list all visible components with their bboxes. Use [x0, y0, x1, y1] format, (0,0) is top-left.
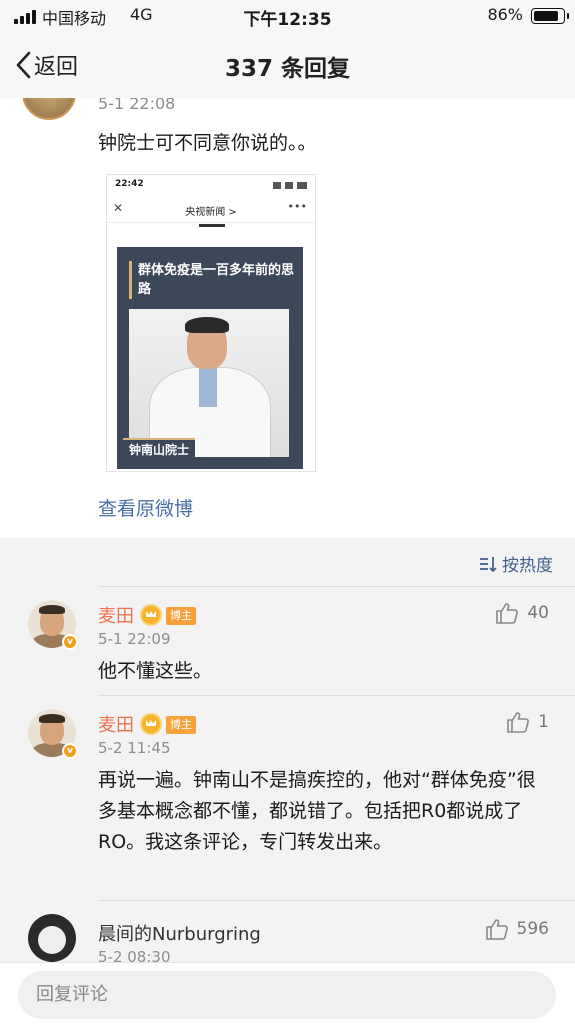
sort-by-hot-button[interactable]: 按热度 [478, 551, 553, 576]
owner-badge: 博主 [166, 716, 196, 734]
thumbs-up-icon [507, 712, 530, 733]
thumbs-up-icon [485, 919, 508, 940]
original-comment: 5-1 22:08 钟院士可不同意你说的。。 22:42 ✕ 央视新闻 > ••… [0, 98, 575, 538]
comment-item: v 麦田 博主 5-2 11:45 再说一遍。钟南山不是搞疾控的，他对“群体免疫… [0, 695, 575, 901]
avatar[interactable] [22, 98, 76, 120]
image-status-bar: 22:42 [107, 175, 315, 197]
more-icon: ••• [287, 200, 307, 213]
nav-bar: 返回 337 条回复 [0, 32, 575, 98]
battery-icon [531, 8, 569, 24]
post-image[interactable]: 22:42 ✕ 央视新闻 > ••• 群体免疫是一百多年前的思路 钟南山院士 [106, 174, 316, 472]
commenter-name[interactable]: 晨间的Nurburgring [98, 920, 261, 946]
page-title: 337 条回复 [224, 56, 351, 82]
post-time: 5-1 22:08 [98, 98, 176, 113]
like-count: 40 [527, 603, 549, 623]
avatar[interactable] [28, 914, 76, 962]
verified-icon: v [62, 743, 78, 759]
like-count: 596 [516, 919, 549, 939]
comment-time: 5-2 11:45 [98, 739, 171, 757]
verified-icon: v [62, 634, 78, 650]
portrait-photo [129, 309, 289, 457]
crown-icon [140, 713, 162, 735]
comment-item: v 麦田 博主 5-1 22:09 他不懂这些。 40 [0, 586, 575, 696]
comment-text: 再说一遍。钟南山不是搞疾控的，他对“群体免疫”很多基本概念都不懂，都说错了。包括… [98, 769, 536, 853]
image-tab-indicator [199, 224, 225, 227]
image-nav-bar: ✕ 央视新闻 > ••• [107, 197, 315, 223]
post-text: 钟院士可不同意你说的。。 [98, 132, 317, 154]
comments-section: 按热度 v 麦田 博主 5-1 22:09 他不懂这些。 40 v 麦田 博主 … [0, 538, 575, 962]
sort-row: 按热度 [0, 538, 575, 586]
image-nav-title: 央视新闻 > [185, 207, 237, 218]
commenter-name[interactable]: 麦田 [98, 711, 134, 737]
image-status-icons [273, 182, 307, 189]
image-news-card: 群体免疫是一百多年前的思路 钟南山院士 [117, 247, 303, 469]
commenter-name[interactable]: 麦田 [98, 602, 134, 628]
view-original-link[interactable]: 查看原微博 [98, 494, 193, 521]
image-headline: 群体免疫是一百多年前的思路 [129, 261, 295, 299]
sort-icon [480, 556, 497, 572]
comment-text: 他不懂这些。 [98, 660, 213, 682]
thumbs-up-icon [496, 603, 519, 624]
reply-input[interactable]: 回复评论 [18, 971, 556, 1019]
comment-time: 5-1 22:09 [98, 630, 171, 648]
like-button[interactable]: 1 [506, 711, 549, 733]
owner-badge: 博主 [166, 607, 196, 625]
like-button[interactable]: 596 [485, 918, 549, 940]
crown-icon [140, 604, 162, 626]
comment-item: 晨间的Nurburgring 5-2 08:30 596 [0, 900, 575, 962]
battery-percent: 86% [487, 5, 523, 24]
sort-label: 按热度 [502, 556, 553, 576]
comment-time: 5-2 08:30 [98, 948, 171, 962]
image-status-time: 22:42 [115, 179, 144, 189]
like-button[interactable]: 40 [495, 602, 549, 624]
reply-bar: 回复评论 [0, 962, 575, 1024]
status-bar: 中国移动 4G 下午12:35 86% [0, 0, 575, 32]
like-count: 1 [538, 712, 549, 732]
image-name-tag: 钟南山院士 [123, 438, 196, 459]
